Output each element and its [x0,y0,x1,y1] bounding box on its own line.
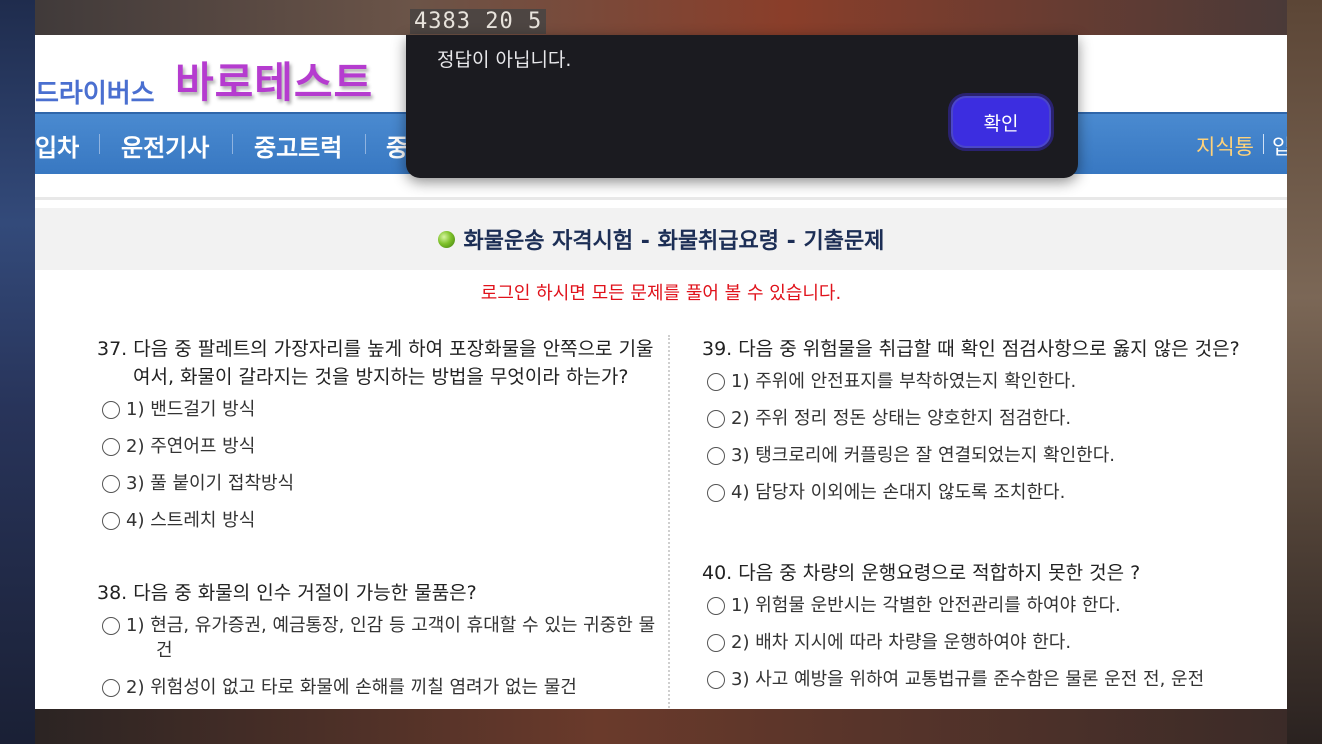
option-label[interactable]: 3) 사고 예방을 위하여 교통법규를 준수함은 물론 운전 전, 운전 [731,667,1242,692]
nav-item-2[interactable]: 중고트럭 [254,128,342,163]
option-label[interactable]: 1) 밴드걸기 방식 [126,397,657,422]
login-notice[interactable]: 로그인 하시면 모든 문제를 풀어 볼 수 있습니다. [35,279,1287,305]
site-logo[interactable]: 바로테스트 [175,49,373,110]
option-item[interactable]: 2) 주위 정리 정돈 상태는 양호한지 점검한다. [702,406,1242,443]
option-label[interactable]: 2) 배차 지시에 따라 차량을 운행하여야 한다. [731,630,1242,655]
nav-item-0[interactable]: 입차 [35,128,79,163]
radio-button[interactable] [102,401,120,419]
option-item[interactable]: 2) 배차 지시에 따라 차량을 운행하여야 한다. [702,630,1242,667]
background-top-edge [35,0,1287,35]
radio-button[interactable] [707,634,725,652]
option-item[interactable]: 1) 주위에 안전표지를 부착하였는지 확인한다. [702,369,1242,406]
question-text: 37. 다음 중 팔레트의 가장자리를 높게 하여 포장화물을 안쪽으로 기울여… [97,338,654,388]
nav-item-3[interactable]: 중 [386,128,408,163]
option-list: 1) 밴드걸기 방식 2) 주연어프 방식 3) 풀 붙이기 접착방식 4) 스… [97,397,657,545]
question-text: 39. 다음 중 위험물을 취급할 때 확인 점검사항으로 옳지 않은 것은? [702,338,1240,360]
option-list: 1) 위험물 운반시는 각별한 안전관리를 하여야 한다. 2) 배차 지시에 … [702,593,1242,704]
nav-right-item-1[interactable]: 입 [1272,131,1287,161]
option-label[interactable]: 1) 위험물 운반시는 각별한 안전관리를 하여야 한다. [731,593,1242,618]
option-label[interactable]: 3) 풀 붙이기 접착방식 [126,471,657,496]
radio-button[interactable] [102,617,120,635]
radio-button[interactable] [707,410,725,428]
nav-separator [365,134,366,154]
column-divider [668,335,670,709]
option-list: 1) 주위에 안전표지를 부착하였는지 확인한다. 2) 주위 정리 정돈 상태… [702,369,1242,517]
alert-message: 정답이 아닙니다. [437,49,572,71]
confirm-button[interactable]: 확인 [948,93,1054,151]
radio-button[interactable] [707,373,725,391]
background-right-edge [1287,0,1322,744]
green-bullet-icon [437,230,455,248]
question-38: 38. 다음 중 화물의 인수 거절이 가능한 물품은? 1) 현금, 유가증권… [97,579,657,700]
nav-separator [99,134,100,154]
option-label[interactable]: 2) 주연어프 방식 [126,434,657,459]
background-left-edge [0,0,35,744]
radio-button[interactable] [707,484,725,502]
option-label[interactable]: 4) 스트레치 방식 [126,508,657,533]
question-text: 38. 다음 중 화물의 인수 거절이 가능한 물품은? [97,582,477,604]
option-label[interactable]: 1) 현금, 유가증권, 예금통장, 인감 등 고객이 휴대할 수 있는 귀중한… [126,613,657,663]
background-bottom-edge [35,709,1287,744]
section-title-bar: 화물운송 자격시험 - 화물취급요령 - 기출문제 [35,208,1287,270]
nav-right-item-0[interactable]: 지식통 [1196,131,1254,161]
radio-button[interactable] [102,438,120,456]
option-item[interactable]: 1) 현금, 유가증권, 예금통장, 인감 등 고객이 휴대할 수 있는 귀중한… [97,613,657,663]
radio-button[interactable] [707,447,725,465]
option-label[interactable]: 3) 탱크로리에 커플링은 잘 연결되었는지 확인한다. [731,443,1242,468]
option-label[interactable]: 4) 담당자 이외에는 손대지 않도록 조치한다. [731,480,1242,505]
question-40: 40. 다음 중 차량의 운행요령으로 적합하지 못한 것은 ? 1) 위험물 … [702,559,1242,704]
option-label[interactable]: 2) 위험성이 없고 타로 화물에 손해를 끼칠 염려가 없는 물건 [126,675,657,700]
nav-separator [1263,134,1264,154]
option-item[interactable]: 2) 위험성이 없고 타로 화물에 손해를 끼칠 염려가 없는 물건 [97,675,657,700]
question-text: 40. 다음 중 차량의 운행요령으로 적합하지 못한 것은 ? [702,562,1141,584]
option-item[interactable]: 4) 담당자 이외에는 손대지 않도록 조치한다. [702,480,1242,517]
option-item[interactable]: 2) 주연어프 방식 [97,434,657,471]
option-label[interactable]: 1) 주위에 안전표지를 부착하였는지 확인한다. [731,369,1242,394]
question-37: 37. 다음 중 팔레트의 가장자리를 높게 하여 포장화물을 안쪽으로 기울여… [97,335,657,545]
radio-button[interactable] [102,679,120,697]
option-item[interactable]: 3) 사고 예방을 위하여 교통법규를 준수함은 물론 운전 전, 운전 [702,667,1242,704]
radio-button[interactable] [707,671,725,689]
option-item[interactable]: 1) 위험물 운반시는 각별한 안전관리를 하여야 한다. [702,593,1242,630]
option-list: 1) 현금, 유가증권, 예금통장, 인감 등 고객이 휴대할 수 있는 귀중한… [97,613,657,700]
container-number-plate: 4383 20 5 [410,9,547,34]
nav-separator [232,134,233,154]
questions-left-column: 37. 다음 중 팔레트의 가장자리를 높게 하여 포장화물을 안쪽으로 기울여… [97,335,657,709]
option-label[interactable]: 2) 주위 정리 정돈 상태는 양호한지 점검한다. [731,406,1242,431]
option-item[interactable]: 3) 탱크로리에 커플링은 잘 연결되었는지 확인한다. [702,443,1242,480]
page-title: 화물운송 자격시험 - 화물취급요령 - 기출문제 [463,229,885,254]
logo-small-text[interactable]: 드라이버스 [35,73,155,110]
questions-right-column: 39. 다음 중 위험물을 취급할 때 확인 점검사항으로 옳지 않은 것은? … [702,335,1242,709]
radio-button[interactable] [707,597,725,615]
option-item[interactable]: 4) 스트레치 방식 [97,508,657,545]
radio-button[interactable] [102,512,120,530]
question-39: 39. 다음 중 위험물을 취급할 때 확인 점검사항으로 옳지 않은 것은? … [702,335,1242,517]
nav-item-1[interactable]: 운전기사 [121,128,209,163]
option-item[interactable]: 1) 밴드걸기 방식 [97,397,657,434]
alert-dialog: 정답이 아닙니다. 확인 [406,35,1078,178]
radio-button[interactable] [102,475,120,493]
option-item[interactable]: 3) 풀 붙이기 접착방식 [97,471,657,508]
